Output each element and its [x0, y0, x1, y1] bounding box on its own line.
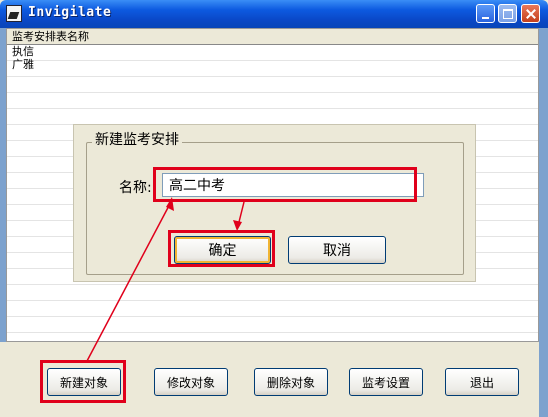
- list-item[interactable]: 执信: [12, 45, 34, 58]
- name-label: 名称:: [119, 180, 152, 196]
- ok-button[interactable]: 确定: [174, 236, 271, 264]
- new-object-button[interactable]: 新建对象: [47, 368, 121, 396]
- app-icon: [6, 5, 22, 22]
- name-input[interactable]: [162, 173, 424, 197]
- invigilation-settings-button[interactable]: 监考设置: [349, 368, 423, 396]
- new-schedule-dialog: 新建监考安排 名称: 确定 取消: [73, 124, 476, 282]
- close-icon[interactable]: [521, 4, 540, 23]
- delete-object-button[interactable]: 删除对象: [254, 368, 328, 396]
- cancel-button[interactable]: 取消: [288, 236, 386, 264]
- list-item[interactable]: 广雅: [12, 58, 34, 71]
- window-right-border: [539, 28, 548, 417]
- minimize-icon[interactable]: [476, 4, 495, 23]
- title-bar[interactable]: Invigilate: [0, 0, 548, 28]
- new-schedule-group: [86, 142, 464, 275]
- window-title: Invigilate: [28, 5, 112, 20]
- maximize-icon[interactable]: [498, 4, 517, 23]
- watermark-logo: [440, 382, 548, 417]
- group-title: 新建监考安排: [92, 129, 182, 149]
- edit-object-button[interactable]: 修改对象: [154, 368, 228, 396]
- list-column-header[interactable]: 监考安排表名称: [7, 29, 538, 45]
